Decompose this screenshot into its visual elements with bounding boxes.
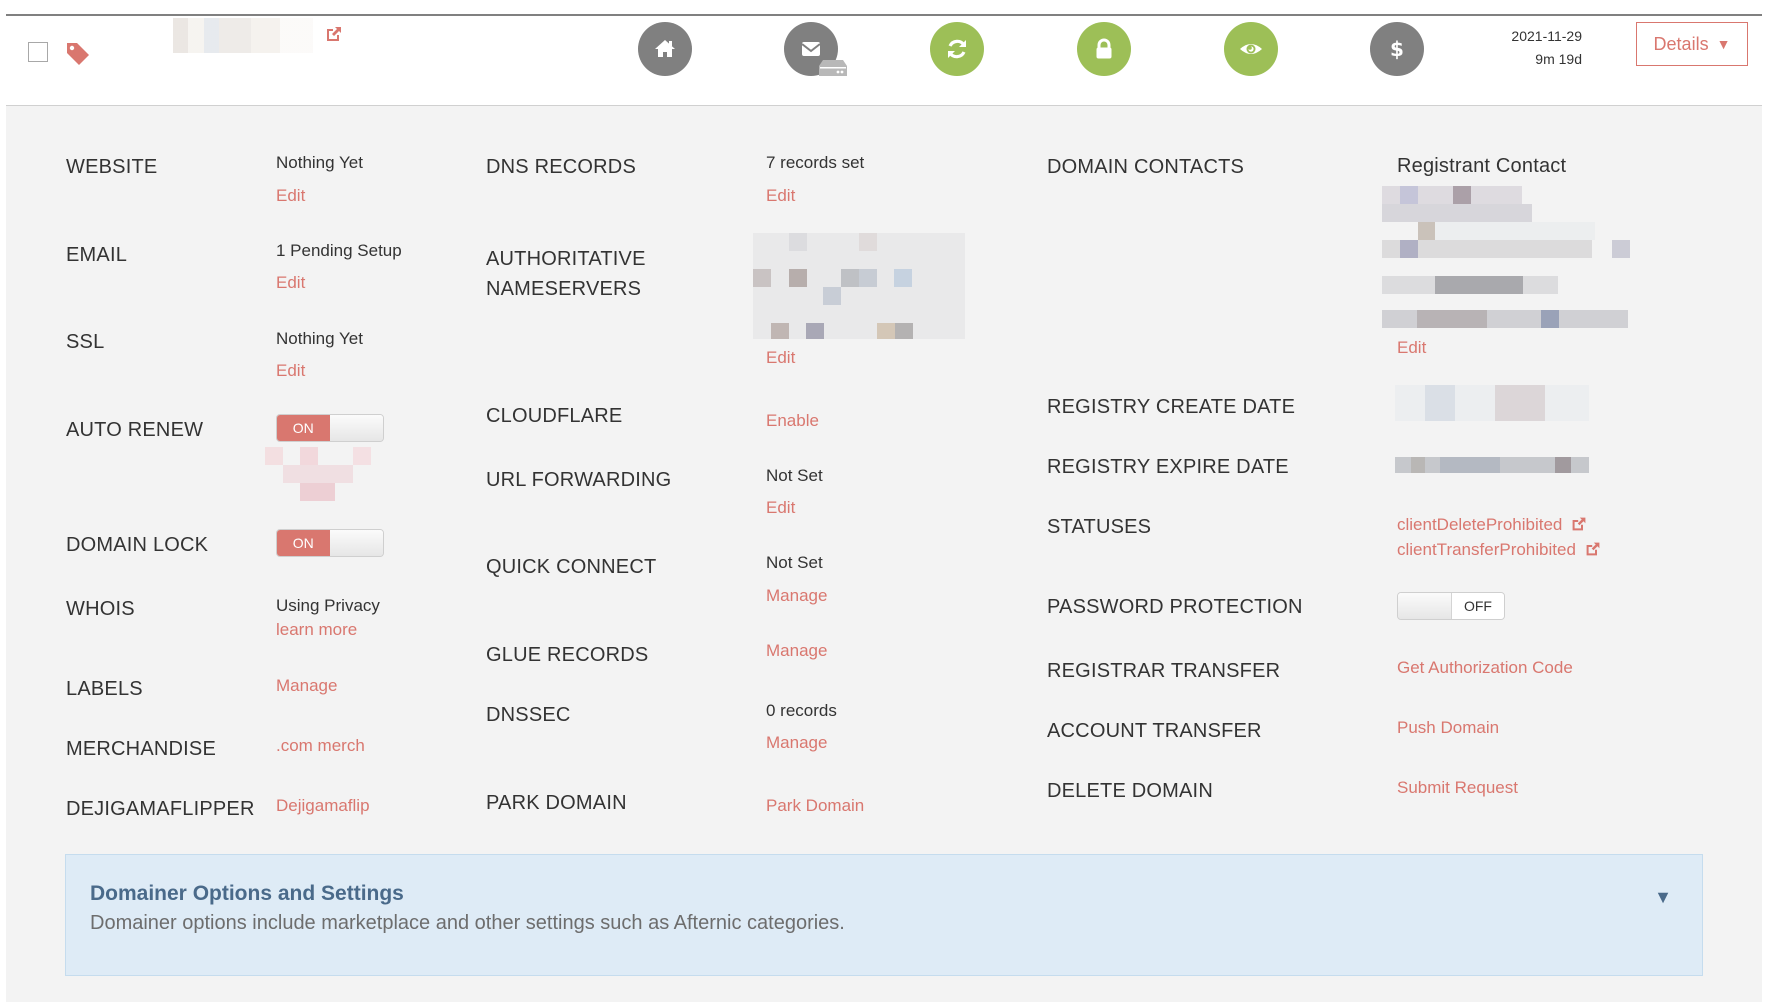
tag-icon[interactable] [64,40,92,68]
ssl-edit-link[interactable]: Edit [276,361,305,381]
dns-records-value: 7 records set [766,153,865,172]
nameservers-redacted [753,233,965,339]
dnssec-manage-link[interactable]: Manage [766,733,827,753]
domain-name-redacted[interactable] [173,18,313,53]
toggle-knob [329,415,383,441]
status-client-delete-prohibited[interactable]: clientDeleteProhibited [1397,512,1601,537]
quick-connect-label: QUICK CONNECT [486,556,657,578]
status-text: clientDeleteProhibited [1397,515,1563,534]
email-server-icon [819,60,847,76]
toggle-on-label: ON [277,530,330,556]
auto-renew-icon[interactable] [930,22,984,76]
park-domain-link[interactable]: Park Domain [766,796,864,816]
password-protection-label: PASSWORD PROTECTION [1047,596,1303,618]
dns-records-edit-link[interactable]: Edit [766,186,795,206]
dns-records-label: DNS RECORDS [486,156,636,178]
glue-records-label: GLUE RECORDS [486,644,649,666]
registry-create-date-label: REGISTRY CREATE DATE [1047,396,1296,418]
nameservers-label: AUTHORITATIVE NAMESERVERS [486,244,646,304]
details-button[interactable]: Details ▼ [1636,22,1748,66]
status-list: clientDeleteProhibited clientTransferPro… [1397,512,1601,562]
whois-label: WHOIS [66,598,135,620]
external-link-icon [1586,542,1600,556]
toggle-off-label: OFF [1450,593,1504,619]
labels-label: LABELS [66,678,143,700]
status-text: clientTransferProhibited [1397,540,1576,559]
domain-lock-toggle[interactable]: ON [276,529,384,557]
email-label: EMAIL [66,244,128,266]
details-label: Details [1653,33,1709,54]
url-forwarding-value: Not Set [766,466,823,485]
glue-records-manage-link[interactable]: Manage [766,641,827,661]
domain-lock-label: DOMAIN LOCK [66,534,209,556]
registry-expire-date-label: REGISTRY EXPIRE DATE [1047,456,1289,478]
domainer-options-panel[interactable]: Domainer Options and Settings Domainer o… [65,854,1703,976]
domainer-options-title: Domainer Options and Settings [90,882,404,905]
toggle-knob [329,530,383,556]
external-link-icon[interactable] [324,24,344,44]
statuses-label: STATUSES [1047,516,1152,538]
expiry-date: 2021-11-29 [1511,28,1582,44]
email-edit-link[interactable]: Edit [276,273,305,293]
account-transfer-label: ACCOUNT TRANSFER [1047,720,1262,742]
domainer-options-description: Domainer options include marketplace and… [90,912,845,934]
registry-create-date-redacted [1395,385,1589,421]
cloudflare-enable-link[interactable]: Enable [766,411,819,431]
get-authorization-code-link[interactable]: Get Authorization Code [1397,658,1573,678]
whois-learn-more-link[interactable]: learn more [276,620,357,640]
external-link-icon [1572,517,1586,531]
auto-renew-toggle[interactable]: ON [276,414,384,442]
dnssec-label: DNSSEC [486,704,571,726]
redacted-info [265,447,373,501]
cloudflare-label: CLOUDFLARE [486,405,623,427]
labels-manage-link[interactable]: Manage [276,676,337,696]
auto-renew-label: AUTO RENEW [66,419,204,441]
chevron-down-icon: ▼ [1716,36,1731,52]
registrant-contact-heading: Registrant Contact [1397,155,1567,177]
email-value: 1 Pending Setup [276,241,402,260]
home-icon[interactable] [638,22,692,76]
url-forwarding-edit-link[interactable]: Edit [766,498,795,518]
lock-icon[interactable] [1077,22,1131,76]
dnssec-value: 0 records [766,701,837,720]
dollar-icon[interactable]: $ [1370,22,1424,76]
domain-contacts-label: DOMAIN CONTACTS [1047,156,1245,178]
registrant-contact-edit-link[interactable]: Edit [1397,338,1426,358]
merchandise-label: MERCHANDISE [66,738,216,760]
quick-connect-value: Not Set [766,553,823,572]
status-client-transfer-prohibited[interactable]: clientTransferProhibited [1397,537,1601,562]
url-forwarding-label: URL FORWARDING [486,469,672,491]
registry-expire-date-redacted [1395,457,1589,473]
dejigamaflipper-label: DEJIGAMAFLIPPER [66,798,255,820]
privacy-eye-icon[interactable] [1224,22,1278,76]
website-value: Nothing Yet [276,153,363,172]
website-edit-link[interactable]: Edit [276,186,305,206]
submit-request-link[interactable]: Submit Request [1397,778,1518,798]
toggle-on-label: ON [277,415,330,441]
time-remaining: 9m 19d [1535,51,1582,67]
svg-text:$: $ [1390,37,1404,61]
park-domain-label: PARK DOMAIN [486,792,627,814]
select-domain-checkbox[interactable] [28,42,48,62]
whois-value: Using Privacy [276,596,380,615]
dejigamaflip-link[interactable]: Dejigamaflip [276,796,370,816]
delete-domain-label: DELETE DOMAIN [1047,780,1213,802]
ssl-label: SSL [66,331,105,353]
nameservers-label-line2: NAMESERVERS [486,278,642,300]
website-label: WEBSITE [66,156,158,178]
registrar-transfer-label: REGISTRAR TRANSFER [1047,660,1281,682]
ssl-value: Nothing Yet [276,329,363,348]
merchandise-link[interactable]: .com merch [276,736,365,756]
registrant-contact-redacted [1382,186,1652,328]
password-protection-toggle[interactable]: OFF [1397,592,1505,620]
quick-connect-manage-link[interactable]: Manage [766,586,827,606]
toggle-knob [1398,593,1451,619]
nameservers-edit-link[interactable]: Edit [766,348,795,368]
chevron-down-icon[interactable]: ▼ [1654,887,1672,908]
expiry-info: 2021-11-29 9m 19d [1480,25,1582,71]
nameservers-label-line1: AUTHORITATIVE [486,248,646,270]
push-domain-link[interactable]: Push Domain [1397,718,1499,738]
